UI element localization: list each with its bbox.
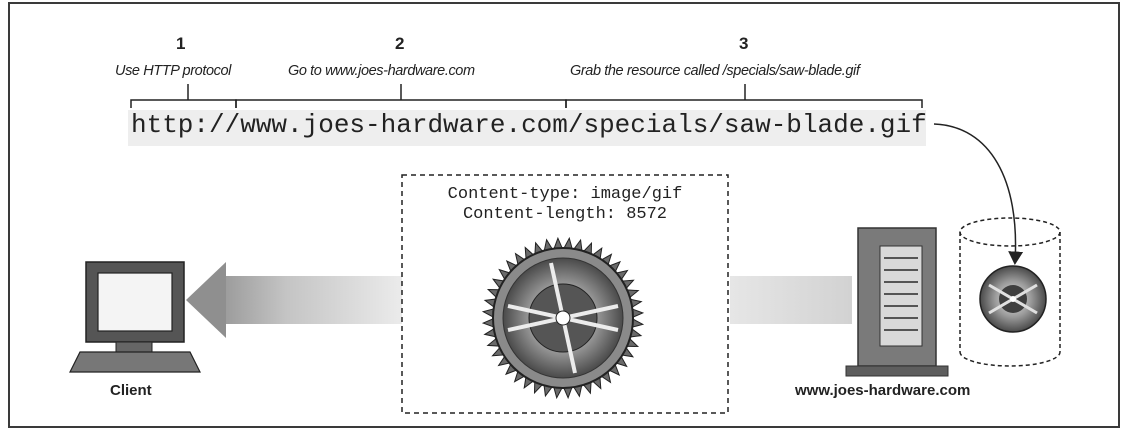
caption-protocol: Use HTTP protocol <box>115 63 231 79</box>
bracket-protocol <box>130 99 237 108</box>
resource-lookup-arrow <box>933 123 1024 265</box>
bracket-resource <box>565 99 923 108</box>
step-number-host: 2 <box>395 34 405 53</box>
header-content-length: Content-length: 8572 <box>462 205 668 224</box>
server-label: www.joes-hardware.com <box>795 382 971 399</box>
url-host: www.joes-hardware.com <box>240 110 568 140</box>
saw-blade-image <box>481 236 645 400</box>
header-content-type: Content-type: image/gif <box>447 185 683 204</box>
client-label: Client <box>110 382 152 399</box>
server-icon <box>845 227 949 377</box>
step-number-resource: 3 <box>739 34 749 53</box>
bracket-host <box>235 99 567 108</box>
step-number-protocol: 1 <box>176 34 186 53</box>
url-path: /specials/saw-blade.gif <box>567 110 927 140</box>
computer-monitor-icon <box>69 261 201 373</box>
caption-host: Go to www.joes-hardware.com <box>288 63 475 79</box>
caption-resource: Grab the resource called /specials/saw-b… <box>570 63 860 79</box>
url-part-brackets <box>130 84 923 108</box>
saw-blade-thumbnail <box>979 265 1047 333</box>
response-band-right <box>730 276 852 324</box>
response-arrow-left <box>186 262 404 338</box>
url-protocol: http:// <box>131 110 241 140</box>
